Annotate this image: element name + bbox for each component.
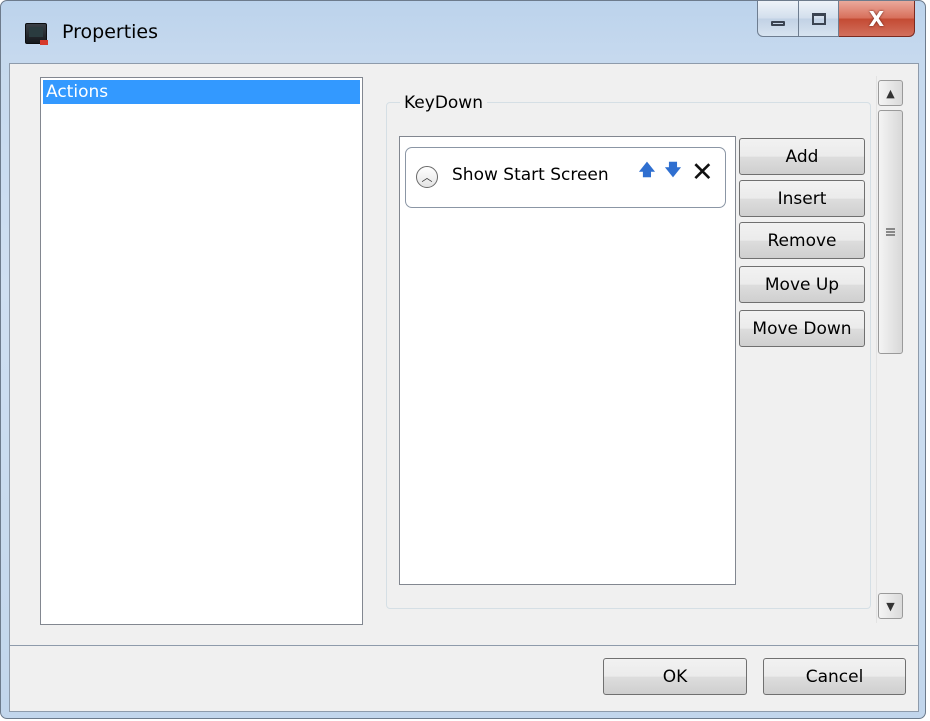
scroll-up-icon[interactable]: ▲ — [878, 80, 903, 106]
delete-icon[interactable]: ✕ — [691, 157, 714, 188]
actions-list[interactable]: ︿ Show Start Screen 🡅 🡇 ✕ — [399, 136, 736, 585]
add-button[interactable]: Add — [739, 138, 865, 175]
maximize-button[interactable] — [799, 1, 839, 37]
remove-button[interactable]: Remove — [739, 222, 865, 259]
grip-icon — [886, 228, 895, 236]
cancel-button[interactable]: Cancel — [763, 658, 906, 695]
minimize-icon — [771, 21, 785, 26]
close-icon: X — [868, 6, 885, 31]
window-title: Properties — [62, 21, 159, 43]
dialog-body: Actions KeyDown ︿ Show Start Screen 🡅 🡇 … — [9, 63, 919, 646]
chevron-up-icon[interactable]: ︿ — [416, 166, 438, 188]
group-header: KeyDown — [400, 92, 487, 114]
category-list[interactable]: Actions — [40, 77, 363, 625]
arrow-up-icon[interactable]: 🡅 — [639, 160, 655, 182]
title-bar[interactable]: Properties X — [1, 1, 925, 63]
scroll-down-icon[interactable]: ▼ — [878, 593, 903, 619]
vertical-scrollbar[interactable]: ▲ ▼ — [876, 76, 904, 623]
ok-button[interactable]: OK — [603, 658, 747, 695]
action-item[interactable]: ︿ Show Start Screen 🡅 🡇 ✕ — [405, 147, 726, 208]
list-item-actions[interactable]: Actions — [43, 80, 360, 104]
action-label: Show Start Screen — [452, 165, 609, 185]
app-icon — [25, 23, 48, 45]
window-controls: X — [757, 1, 915, 41]
move-down-button[interactable]: Move Down — [739, 310, 865, 347]
properties-window: Properties X Actions KeyDown ︿ Show Star… — [0, 0, 926, 719]
minimize-button[interactable] — [757, 1, 799, 37]
insert-button[interactable]: Insert — [739, 180, 865, 217]
close-button[interactable]: X — [839, 1, 915, 37]
scroll-thumb[interactable] — [878, 110, 903, 354]
arrow-down-icon[interactable]: 🡇 — [665, 160, 681, 182]
maximize-icon — [811, 12, 826, 25]
move-up-button[interactable]: Move Up — [739, 266, 865, 303]
dialog-footer: OK Cancel — [9, 646, 919, 712]
